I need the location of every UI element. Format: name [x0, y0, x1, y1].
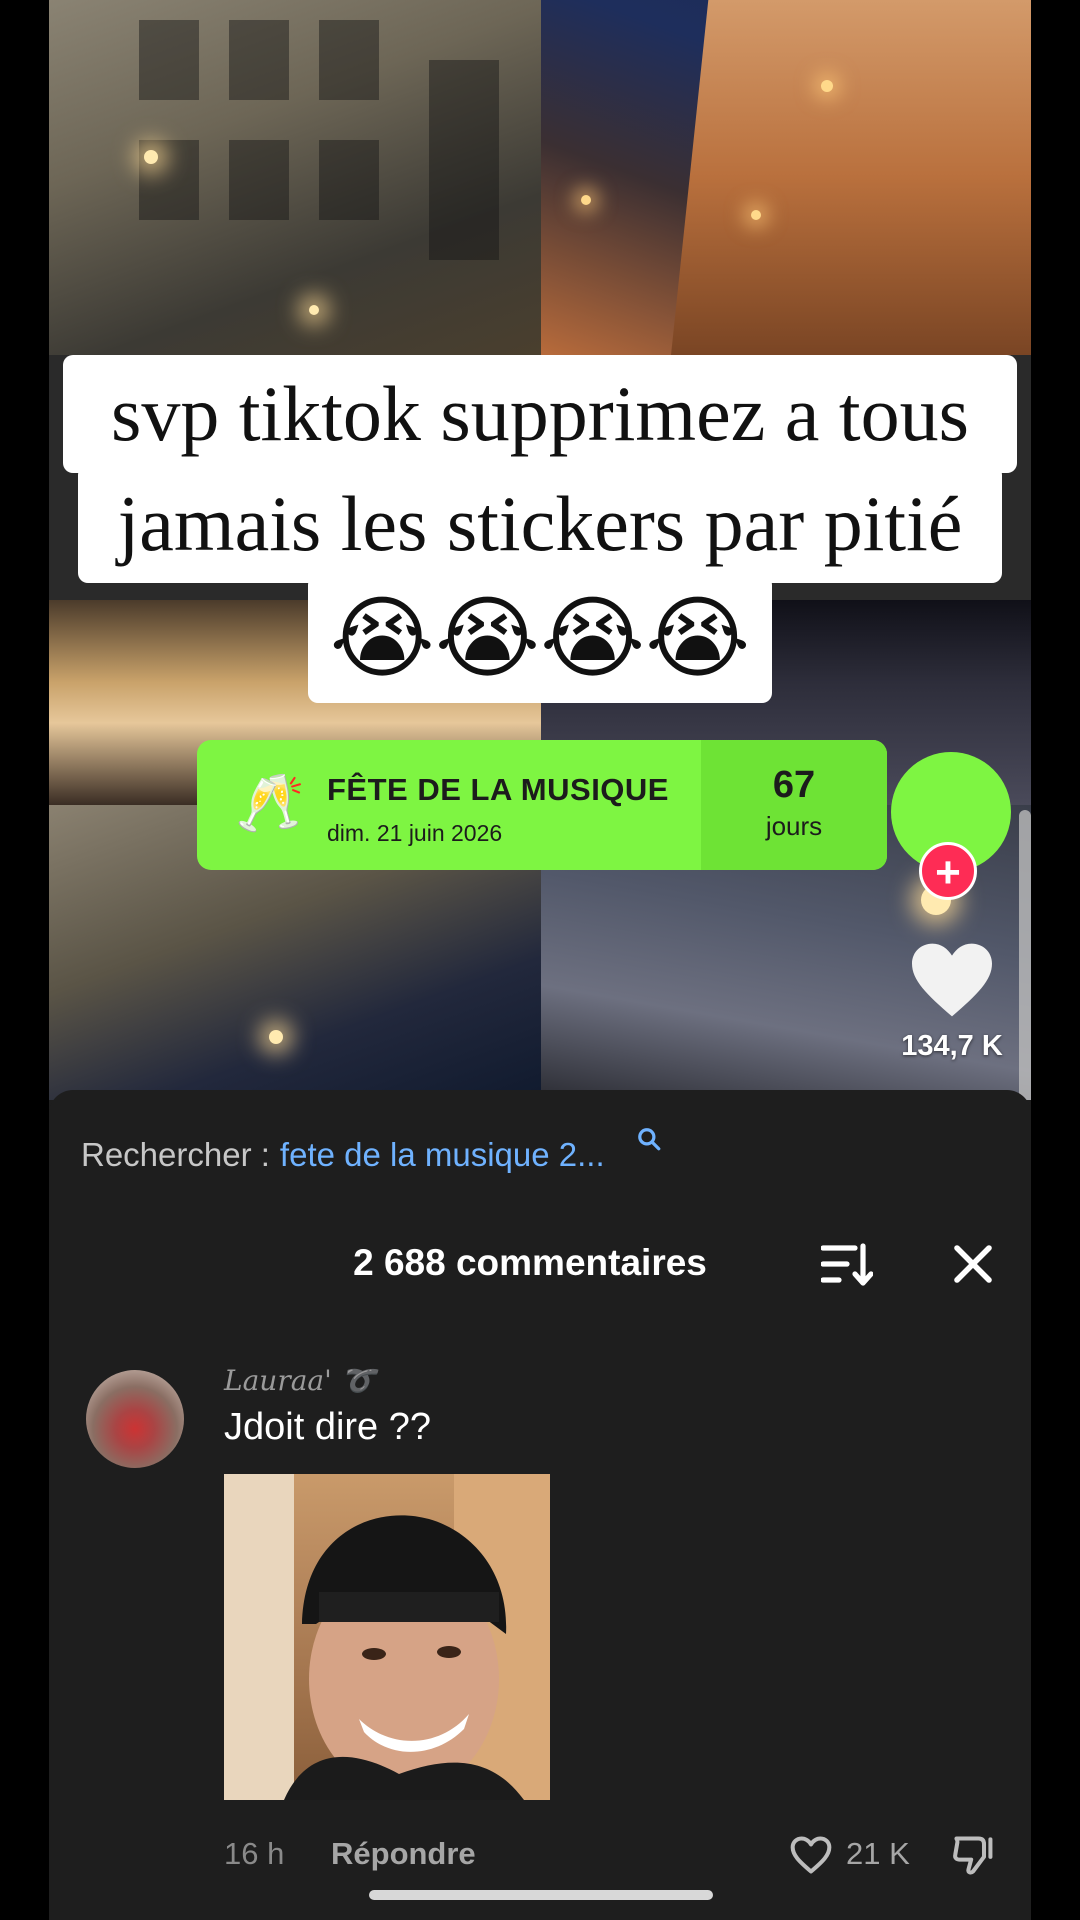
- video-player[interactable]: svp tiktok supprimez a tous jamais les s…: [49, 0, 1031, 1100]
- comment-heart-icon[interactable]: [789, 1834, 833, 1876]
- countdown-remaining: 67 jours: [701, 740, 887, 870]
- commenter-avatar[interactable]: [86, 1370, 184, 1468]
- caption-emojis: 😭😭😭😭: [308, 575, 772, 703]
- countdown-days-unit: jours: [765, 811, 823, 841]
- comment-text: Jdoit dire ??: [224, 1406, 432, 1448]
- comments-count-text: 2 688 commentaires: [353, 1242, 707, 1283]
- home-indicator[interactable]: [369, 1890, 713, 1900]
- search-icon[interactable]: [636, 1126, 662, 1152]
- heart-icon[interactable]: [907, 940, 997, 1020]
- countdown-sticker[interactable]: 🥂 FÊTE DE LA MUSIQUE dim. 21 juin 2026 6…: [197, 740, 887, 870]
- video-tile-top-right: [541, 0, 1031, 355]
- caption-text-sticker: svp tiktok supprimez a tous jamais les s…: [63, 355, 1017, 703]
- phone-screen: svp tiktok supprimez a tous jamais les s…: [49, 0, 1031, 1920]
- reply-button[interactable]: Répondre: [331, 1836, 476, 1872]
- side-scroll-indicator: [1019, 810, 1031, 1100]
- comment-gif-image[interactable]: [224, 1474, 550, 1800]
- thumbs-down-icon[interactable]: [951, 1834, 995, 1876]
- comments-panel: Rechercher : fete de la musique 2... 2 68…: [49, 1090, 1031, 1920]
- sort-icon[interactable]: [821, 1242, 873, 1286]
- comment-time: 16 h: [224, 1836, 285, 1871]
- search-suggestion[interactable]: Rechercher : fete de la musique 2...: [81, 1128, 662, 1174]
- search-query-link[interactable]: fete de la musique 2...: [280, 1136, 605, 1173]
- countdown-date: dim. 21 juin 2026: [327, 820, 503, 846]
- comment-like-count: 21 K: [846, 1836, 910, 1871]
- countdown-title: FÊTE DE LA MUSIQUE: [327, 772, 669, 807]
- commenter-username[interactable]: Lauraa' ➰: [224, 1364, 376, 1397]
- comments-count-title: 2 688 commentaires: [49, 1242, 1031, 1284]
- smiling-man-image: [224, 1474, 550, 1800]
- caption-line-2: jamais les stickers par pitié: [78, 465, 1002, 583]
- search-label: Rechercher :: [81, 1136, 270, 1173]
- video-tile-top-left: [49, 0, 541, 355]
- champagne-icon: 🥂: [235, 771, 305, 836]
- caption-line-1: svp tiktok supprimez a tous: [63, 355, 1017, 473]
- follow-button[interactable]: +: [919, 842, 977, 900]
- close-icon[interactable]: [951, 1242, 995, 1286]
- countdown-days-value: 67: [772, 764, 816, 806]
- like-count: 134,7 K: [901, 1030, 1003, 1062]
